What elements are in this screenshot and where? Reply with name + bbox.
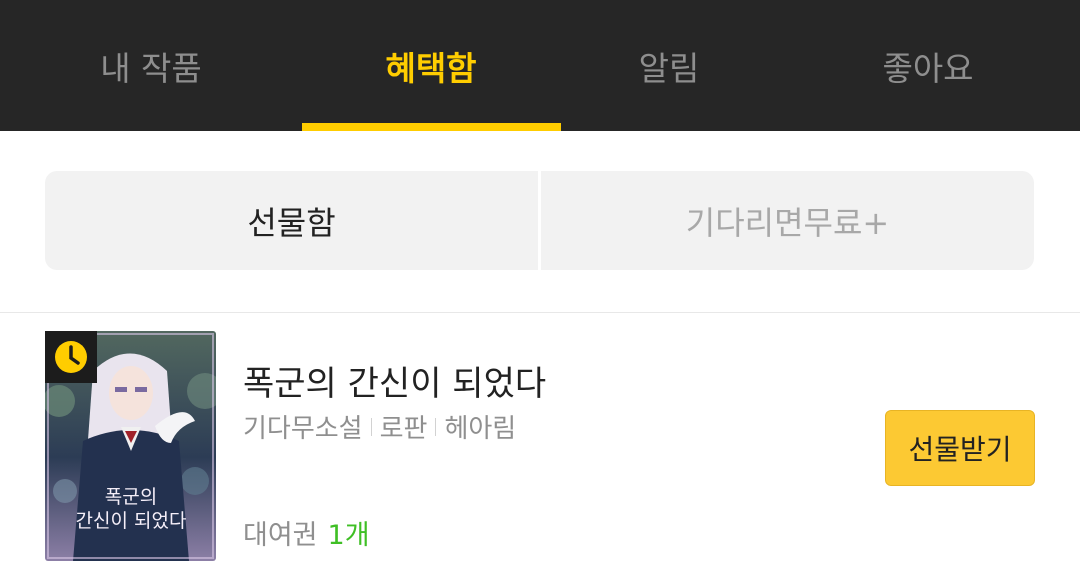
svg-text:간신이 되었다: 간신이 되었다 <box>76 510 187 532</box>
work-title[interactable]: 폭군의 간신이 되었다 <box>243 356 546 405</box>
meta-separator <box>370 417 372 436</box>
receive-gift-button[interactable]: 선물받기 <box>885 410 1035 486</box>
meta-separator <box>435 417 437 436</box>
tab-notifications[interactable]: 알림 <box>540 0 798 131</box>
rental-ticket-info: 대여권 1개 <box>243 513 370 552</box>
meta-genre: 로판 <box>379 414 428 444</box>
divider <box>0 312 1080 313</box>
top-navigation: 내 작품 혜택함 알림 좋아요 <box>0 0 1080 131</box>
cover-title-text: 폭군의 <box>105 486 157 508</box>
clock-icon <box>55 341 87 373</box>
active-tab-indicator <box>302 123 561 131</box>
work-meta: 기다무소설 로판 헤아림 <box>243 408 516 445</box>
segment-control: 선물함 기다리면무료+ <box>45 171 1034 270</box>
ticket-label: 대여권 <box>243 520 318 551</box>
meta-author: 헤아림 <box>444 414 517 444</box>
wait-free-badge <box>45 331 97 383</box>
tab-my-works[interactable]: 내 작품 <box>22 0 280 131</box>
segment-gift-box[interactable]: 선물함 <box>45 171 538 270</box>
meta-category: 기다무소설 <box>243 414 363 444</box>
ticket-count: 1개 <box>327 520 370 551</box>
segment-wait-free-plus[interactable]: 기다리면무료+ <box>541 171 1034 270</box>
tab-benefits[interactable]: 혜택함 <box>302 0 560 131</box>
tab-likes[interactable]: 좋아요 <box>799 0 1057 131</box>
